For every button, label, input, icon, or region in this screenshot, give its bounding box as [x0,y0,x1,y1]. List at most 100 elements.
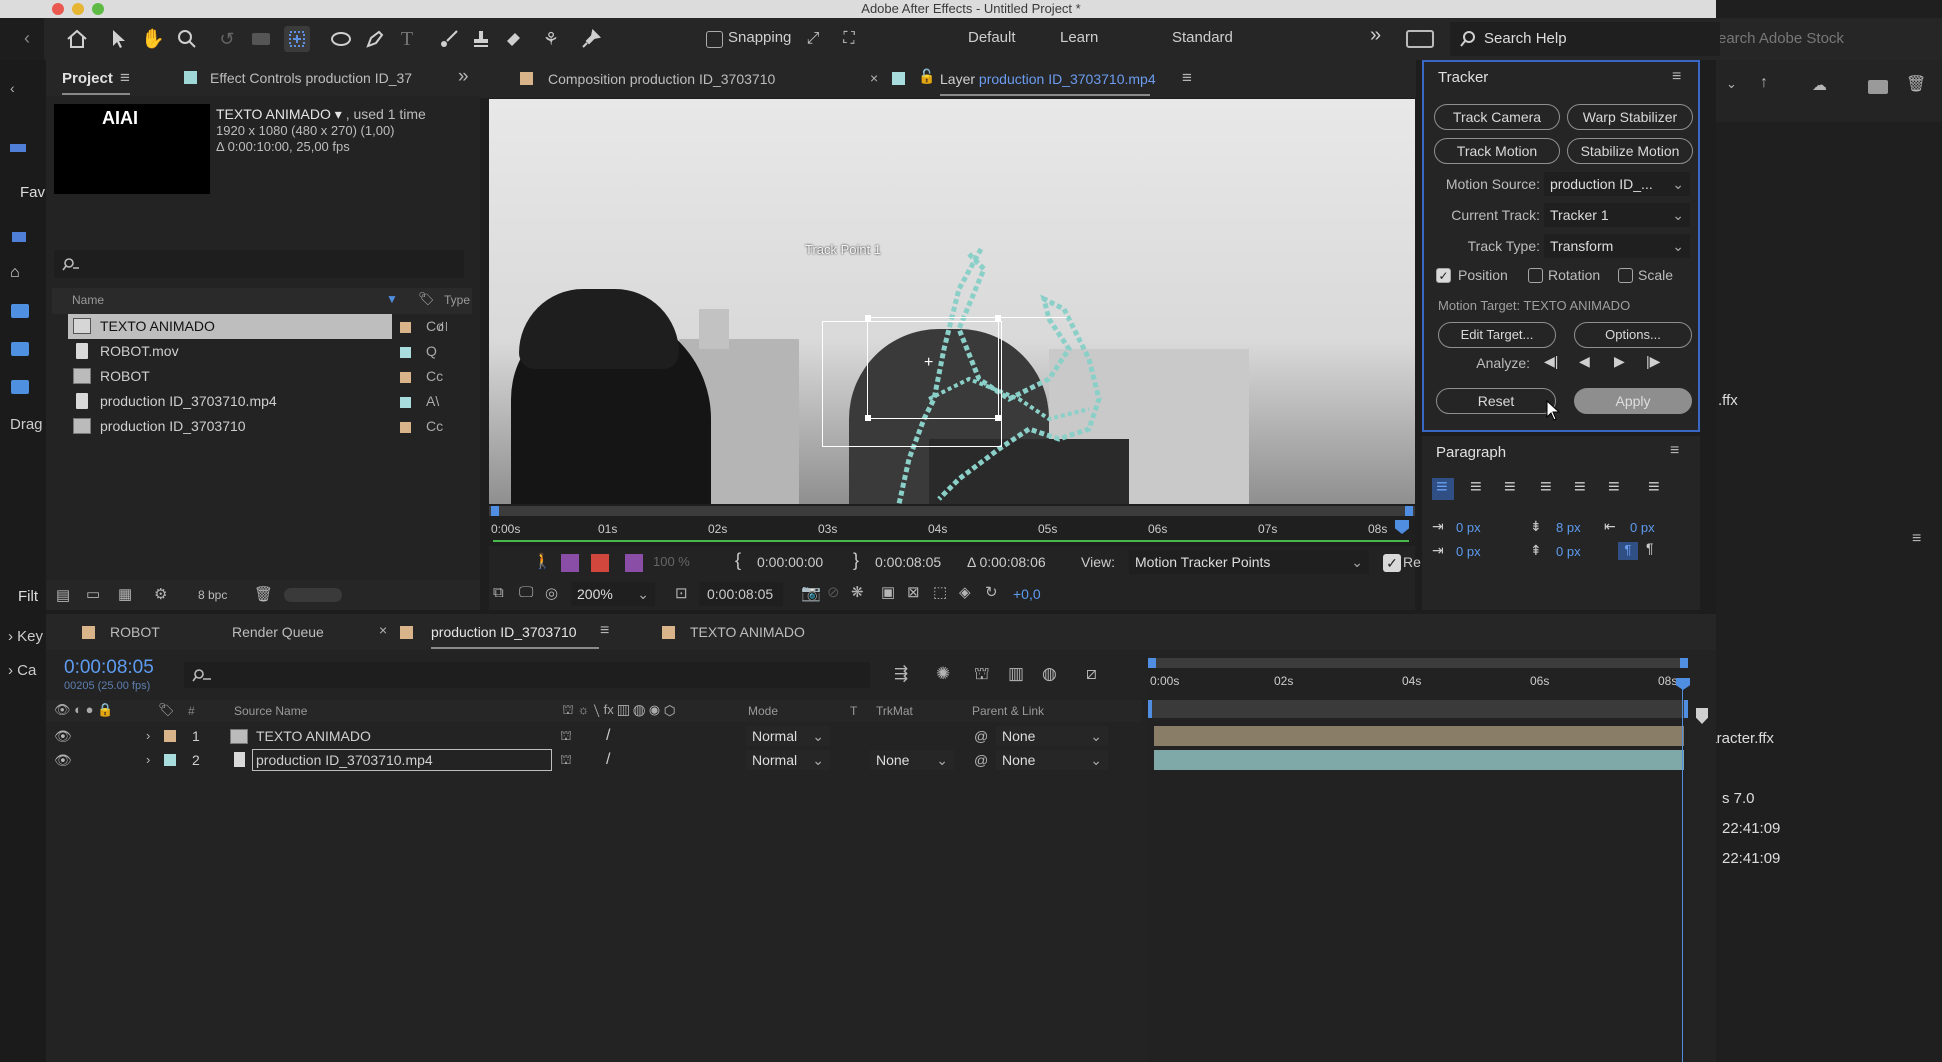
list-item[interactable]: TEXTO ANIMADO Co ⛙ [68,314,452,339]
transparency-grid-icon[interactable]: ⊠ [907,583,920,601]
current-time-field[interactable]: 0:00:08:05 [699,582,783,606]
rtl-direction-icon[interactable]: ¶ [1646,540,1654,556]
name-column-header[interactable]: Name [72,293,104,307]
panel-menu-icon[interactable]: ≡ [1670,442,1679,460]
rotate-tool-icon[interactable]: ↺ [214,26,240,52]
minimize-window-button[interactable] [72,3,84,15]
work-area-start[interactable] [1148,700,1152,718]
channels-icon[interactable]: ❋ [851,583,864,601]
chevron-left-icon[interactable]: ‹ [10,80,15,96]
shy-switch-icon[interactable]: ⛫ [560,724,572,748]
table-row[interactable]: 👁 › 1 TEXTO ANIMADO ⛫ / Normal ⌄ @ None … [46,724,1142,748]
source-name-header[interactable]: Source Name [234,704,307,718]
menu-icon[interactable]: ≡ [1912,530,1921,548]
puppet-pin-tool-icon[interactable] [578,26,604,52]
panel-menu-icon[interactable]: ≡ [600,622,609,640]
zoom-window-button[interactable] [92,3,104,15]
view-dropdown[interactable]: Motion Tracker Points ⌄ [1129,550,1369,574]
label-tag-icon[interactable]: 🏷 [158,702,175,718]
fast-preview-icon[interactable]: ▣ [881,583,895,601]
close-window-button[interactable] [52,3,64,15]
video-frame[interactable]: Track Point 1 + [489,99,1415,504]
clone-stamp-tool-icon[interactable] [468,26,494,52]
close-tab-icon[interactable]: × [379,622,387,638]
back-icon[interactable]: ‹ [24,28,30,49]
list-item[interactable]: ROBOT Cc [68,364,452,389]
project-settings-icon[interactable]: ⚙ [154,585,167,603]
home-icon[interactable]: ⌂ [10,264,20,282]
close-tab-icon[interactable]: × [870,70,878,86]
time-navigator-bar[interactable] [1148,658,1688,668]
out-point-time[interactable]: 0:00:08:05 [875,554,941,570]
quality-switch-icon[interactable]: / [606,748,610,772]
snap-features-icon[interactable]: ⛶ [836,26,862,52]
mode-header[interactable]: Mode [748,704,778,718]
track-point-search-region[interactable] [822,321,1002,447]
expand-chevron-icon[interactable]: › [146,748,150,772]
in-point-bracket-icon[interactable]: { [735,550,741,571]
space-after-value[interactable]: 0 px [1556,544,1581,559]
roto-brush-icon[interactable] [561,554,579,572]
eye-visibility-icon[interactable]: 👁 [54,724,72,748]
workspace-panel-icon[interactable] [1406,30,1434,48]
ellipse-tool-icon[interactable] [328,26,354,52]
stabilize-motion-button[interactable]: Stabilize Motion [1567,138,1693,164]
tab-render-queue[interactable]: Render Queue [232,624,324,640]
edit-target-button[interactable]: Edit Target... [1438,322,1556,348]
draft-3d-icon[interactable]: ✺ [936,664,950,684]
label-color-swatch[interactable] [164,730,176,742]
snapping-checkbox[interactable] [706,31,723,48]
tab-robot[interactable]: ROBOT [110,624,160,640]
hand-tool-icon[interactable]: ✋ [140,26,166,52]
out-point-bracket-icon[interactable]: } [853,550,859,571]
project-search-input[interactable] [54,250,464,278]
work-area-bar[interactable] [489,506,1415,516]
tab-composition[interactable]: Composition production ID_3703710 [548,71,775,87]
eraser-tool-icon[interactable] [500,26,526,52]
scale-checkbox[interactable] [1618,268,1633,283]
roto-brush-tool-icon[interactable]: ⚘ [538,26,564,52]
analyze-back-all-icon[interactable]: ◀| [1544,353,1558,370]
region-of-interest-icon[interactable]: ⊡ [675,584,688,602]
workspace-standard[interactable]: Standard [1172,29,1233,46]
comp-mini-flowchart-icon[interactable]: ⇶ [894,664,908,684]
always-preview-icon[interactable]: ⧉ [493,584,504,601]
shy-layers-icon[interactable]: ⛫ [974,664,990,686]
layer-duration-bar[interactable] [1154,750,1684,770]
align-right-icon[interactable]: ≡ [1504,476,1516,499]
zoom-tool-icon[interactable] [174,26,200,52]
tab-project[interactable]: Project [62,70,113,87]
parent-dropdown[interactable]: None ⌄ [996,726,1108,746]
pen-tool-icon[interactable] [362,26,388,52]
home-icon[interactable] [64,26,90,52]
pixel-aspect-icon[interactable]: ◈ [959,583,971,601]
shy-switch-icon[interactable]: ⛫ [560,748,572,772]
snapshot-camera-icon[interactable]: 📷 [801,583,821,603]
navigator-start[interactable] [1148,658,1156,668]
folder-icon[interactable] [11,342,29,356]
current-time-indicator[interactable] [1395,520,1409,534]
blend-mode-dropdown[interactable]: Normal ⌄ [746,750,830,770]
position-checkbox[interactable]: ✓ [1436,268,1451,283]
ltr-direction-button[interactable]: ¶ [1618,542,1638,560]
analyze-forward-frame-icon[interactable]: ▶ [1614,353,1625,370]
interpret-footage-icon[interactable]: ▤ [56,586,70,604]
workspace-default[interactable]: Default [968,29,1016,46]
align-center-icon[interactable]: ≡ [1470,476,1482,499]
render-checkbox[interactable]: ✓ [1383,554,1401,572]
trash-icon[interactable]: 🗑 [1906,74,1926,94]
layer-name-edit-box[interactable]: production ID_3703710.mp4 [252,749,552,771]
tab-effect-controls[interactable]: Effect Controls production ID_37 [210,70,412,86]
motion-source-dropdown[interactable]: production ID_... ⌄ [1544,172,1690,196]
tab-texto-animado[interactable]: TEXTO ANIMADO [690,624,805,640]
motion-blur-icon[interactable]: ◍ [1042,664,1057,684]
type-tool-icon[interactable]: T [394,26,420,52]
flowchart-icon[interactable]: ⛙ [438,314,448,339]
options-button[interactable]: Options... [1574,322,1692,348]
timeline-search-input[interactable] [184,662,870,688]
comp-marker-bin-icon[interactable] [1696,708,1708,724]
justify-last-center-icon[interactable]: ≡ [1574,476,1586,499]
rotation-checkbox[interactable] [1528,268,1543,283]
justify-last-left-icon[interactable]: ≡ [1540,476,1552,499]
type-column-header[interactable]: Type [444,293,470,307]
